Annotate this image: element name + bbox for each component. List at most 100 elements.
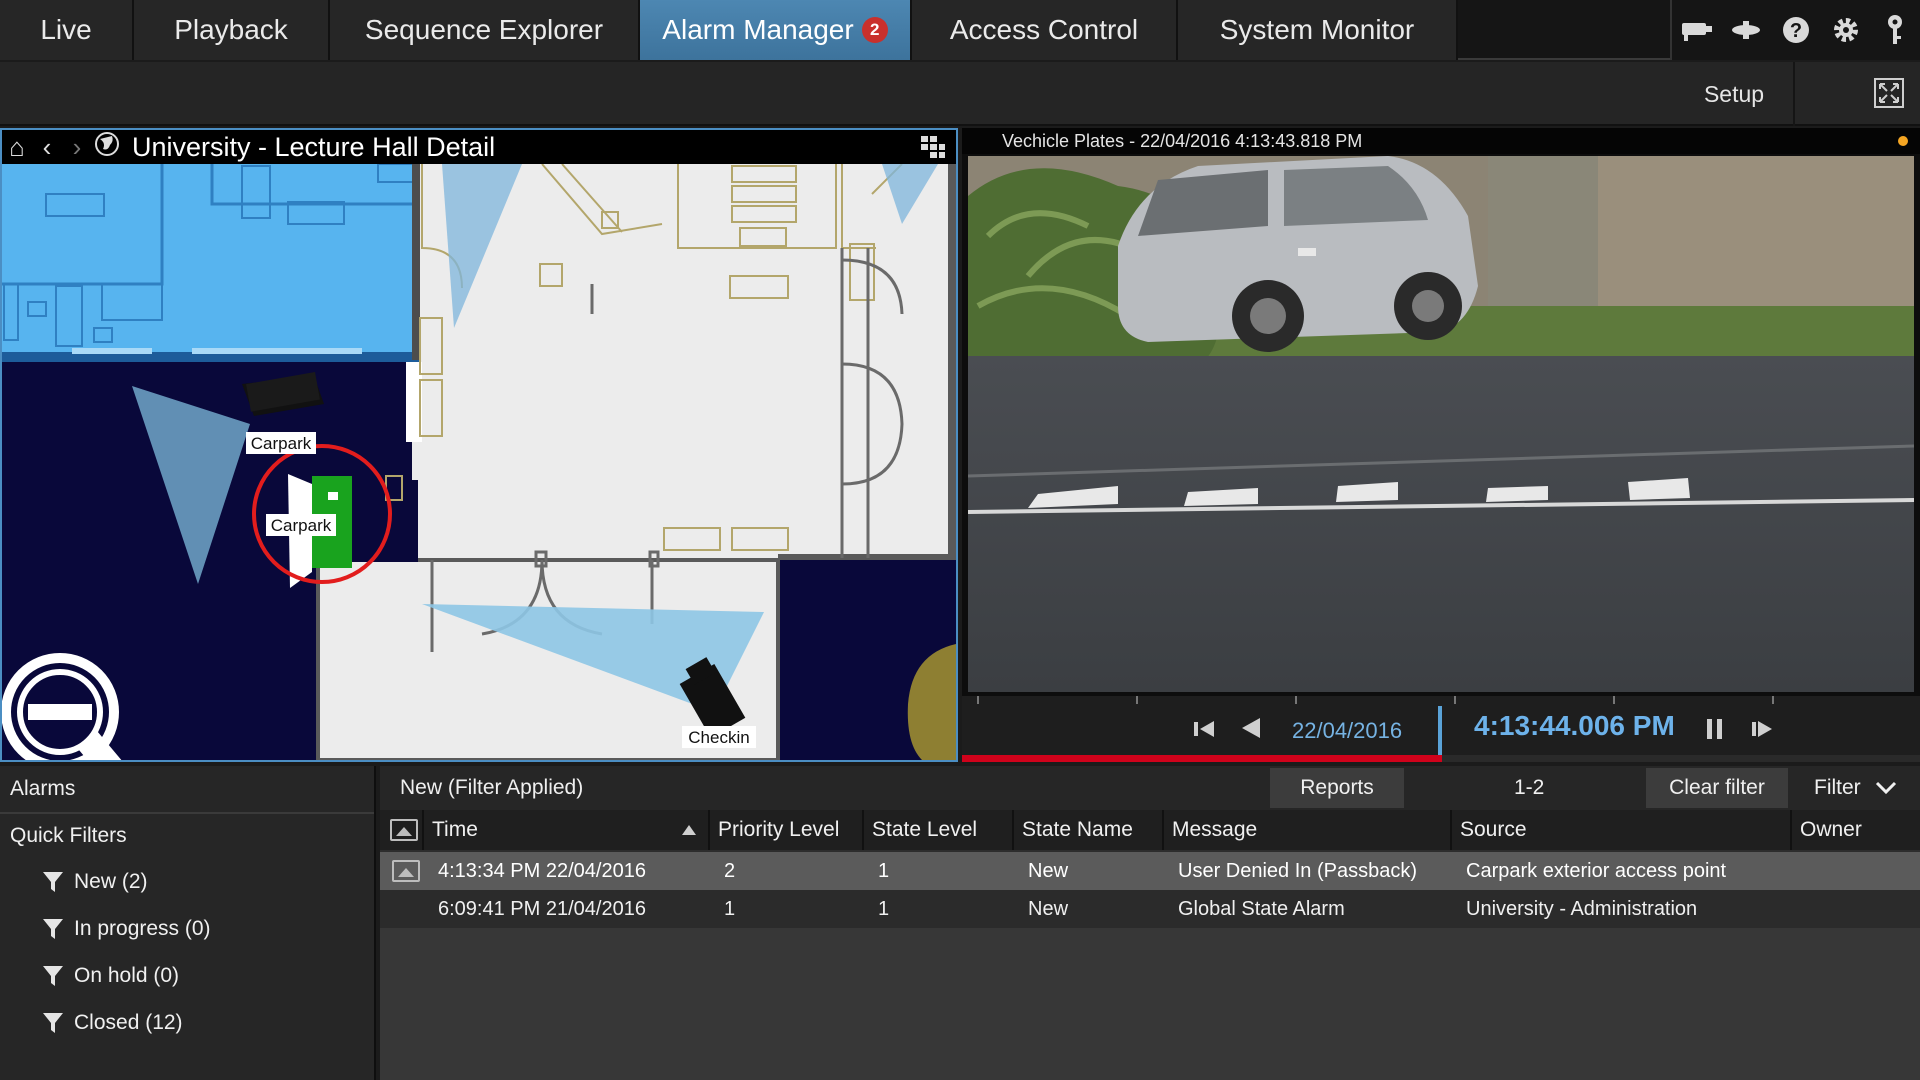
column-header-state-level[interactable]: State Level xyxy=(864,810,1014,850)
tab-label: Live xyxy=(40,14,92,45)
filter-icon xyxy=(43,1012,63,1033)
clear-filter-button[interactable]: Clear filter xyxy=(1646,768,1788,808)
alarms-title: Alarms xyxy=(0,766,374,814)
setup-label: Setup xyxy=(1703,80,1765,107)
globe-icon[interactable] xyxy=(92,131,122,164)
quick-filter-label: New (2) xyxy=(74,869,148,893)
cell-source: Carpark exterior access point xyxy=(1466,859,1727,882)
device-icon[interactable] xyxy=(1728,12,1764,48)
column-header-time[interactable]: Time xyxy=(424,810,710,850)
sort-ascending-icon xyxy=(682,825,696,835)
column-label: Time xyxy=(432,818,478,841)
timeline-progress-fill xyxy=(962,755,1442,762)
cell-message: User Denied In (Passback) xyxy=(1178,859,1417,882)
playback-time[interactable]: 4:13:44.006 PM xyxy=(1474,710,1675,742)
tab-label: Sequence Explorer xyxy=(364,14,604,45)
tab-alarm-manager[interactable]: Alarm Manager 2 xyxy=(640,0,912,60)
tab-access-control[interactable]: Access Control xyxy=(912,0,1178,60)
help-icon[interactable]: ? xyxy=(1778,12,1814,48)
column-header-source[interactable]: Source xyxy=(1452,810,1792,850)
tab-label: System Monitor xyxy=(1219,14,1415,45)
gear-icon[interactable] xyxy=(1828,12,1864,48)
pause-icon[interactable] xyxy=(1706,718,1724,746)
playback-date[interactable]: 22/04/2016 xyxy=(1292,718,1402,744)
app-window: Live Playback Sequence Explorer Alarm Ma… xyxy=(0,0,1920,1080)
previous-frame-icon[interactable] xyxy=(1194,718,1216,744)
tab-label: Playback xyxy=(174,14,288,45)
quick-filter-new[interactable]: New (2) xyxy=(0,858,374,905)
column-header-state-name[interactable]: State Name xyxy=(1014,810,1164,850)
image-column-header[interactable] xyxy=(380,810,424,850)
column-header-message[interactable]: Message xyxy=(1164,810,1452,850)
clear-filter-label: Clear filter xyxy=(1669,776,1765,799)
cell-priority: 2 xyxy=(724,859,736,882)
column-header-owner[interactable]: Owner xyxy=(1792,810,1920,850)
column-label: Priority Level xyxy=(718,818,840,841)
fullscreen-icon[interactable] xyxy=(1874,78,1904,108)
map-view[interactable]: ⌂ ‹ › University - Lecture Hall Detail C… xyxy=(0,128,958,762)
tab-system-monitor[interactable]: System Monitor xyxy=(1178,0,1458,60)
next-frame-icon[interactable] xyxy=(1752,718,1774,744)
quick-filter-on-hold[interactable]: On hold (0) xyxy=(0,952,374,999)
alarm-count-badge: 2 xyxy=(861,17,888,43)
row-image-cell xyxy=(380,890,424,928)
timeline-progress[interactable] xyxy=(962,755,1920,762)
reports-button[interactable]: Reports xyxy=(1270,768,1404,808)
filter-status: New (Filter Applied) xyxy=(400,776,584,799)
tab-label: Alarm Manager xyxy=(662,14,854,45)
tab-playback[interactable]: Playback xyxy=(134,0,330,60)
tab-sequence-explorer[interactable]: Sequence Explorer xyxy=(330,0,640,60)
cell-state-name: New xyxy=(1028,859,1069,882)
column-label: State Level xyxy=(872,818,978,841)
cell-message: Global State Alarm xyxy=(1178,897,1345,920)
key-icon[interactable] xyxy=(1877,12,1913,48)
quick-filter-label: Closed (12) xyxy=(74,1010,183,1034)
vehicle xyxy=(1118,156,1478,352)
cell-owner xyxy=(1792,852,1920,890)
video-header: Vechicle Plates - 22/04/2016 4:13:43.818… xyxy=(962,128,1920,154)
timeline-cursor[interactable] xyxy=(1438,706,1442,762)
reports-label: Reports xyxy=(1300,776,1374,799)
playback-controls: 22/04/2016 4:13:44.006 PM xyxy=(962,696,1920,762)
alarms-sidebar: Alarms Quick Filters New (2) In progress… xyxy=(0,766,376,1080)
recording-indicator xyxy=(1898,136,1908,146)
timeline-ticks xyxy=(977,696,1774,704)
alarm-table-header: Time Priority Level State Level State Na… xyxy=(380,810,1920,850)
quick-filter-label: In progress (0) xyxy=(74,916,211,940)
column-header-priority-level[interactable]: Priority Level xyxy=(710,810,864,850)
image-icon xyxy=(390,819,418,841)
filter-icon xyxy=(43,871,63,892)
table-row[interactable]: 4:13:34 PM 22/04/2016 2 1 New User Denie… xyxy=(380,852,1920,890)
setup-button[interactable]: Setup xyxy=(1675,62,1795,126)
cell-time: 4:13:34 PM 22/04/2016 xyxy=(438,859,646,882)
alarm-list-toolbar: New (Filter Applied) Reports 1-2 Clear f… xyxy=(380,766,1920,810)
floor-plan: Carpark Carpark Checkin xyxy=(2,164,956,760)
alarm-list: New (Filter Applied) Reports 1-2 Clear f… xyxy=(380,766,1920,1080)
column-label: Source xyxy=(1460,818,1527,841)
table-row[interactable]: 6:09:41 PM 21/04/2016 1 1 New Global Sta… xyxy=(380,890,1920,928)
play-reverse-icon[interactable] xyxy=(1240,718,1262,744)
tab-live[interactable]: Live xyxy=(0,0,134,60)
nav-icon-group: ? xyxy=(1670,0,1920,60)
quick-filter-in-progress[interactable]: In progress (0) xyxy=(0,905,374,952)
quick-filter-closed[interactable]: Closed (12) xyxy=(0,999,374,1046)
row-image-cell[interactable] xyxy=(380,852,424,890)
workspace-toolbar: Setup xyxy=(0,62,1920,126)
back-icon[interactable]: ‹ xyxy=(32,132,62,163)
forward-icon[interactable]: › xyxy=(62,132,92,163)
alarm-list-empty-area[interactable] xyxy=(380,928,1920,1080)
svg-text:?: ? xyxy=(1790,20,1802,42)
filter-dropdown[interactable]: Filter xyxy=(1814,766,1897,810)
cell-priority: 1 xyxy=(724,897,736,920)
map-grid-icon[interactable] xyxy=(920,135,946,159)
camera-icon[interactable] xyxy=(1679,12,1715,48)
cell-time: 6:09:41 PM 21/04/2016 xyxy=(438,897,646,920)
camera-carpark-label: Carpark xyxy=(251,434,312,453)
home-icon[interactable]: ⌂ xyxy=(2,132,32,163)
map-header: ⌂ ‹ › University - Lecture Hall Detail xyxy=(2,130,956,164)
cell-state-level: 1 xyxy=(878,897,890,920)
camera-feed-image[interactable] xyxy=(968,156,1914,692)
quick-filters-title: Quick Filters xyxy=(10,824,127,847)
video-viewer[interactable]: Vechicle Plates - 22/04/2016 4:13:43.818… xyxy=(962,128,1920,762)
page-indicator: 1-2 xyxy=(1514,776,1545,799)
